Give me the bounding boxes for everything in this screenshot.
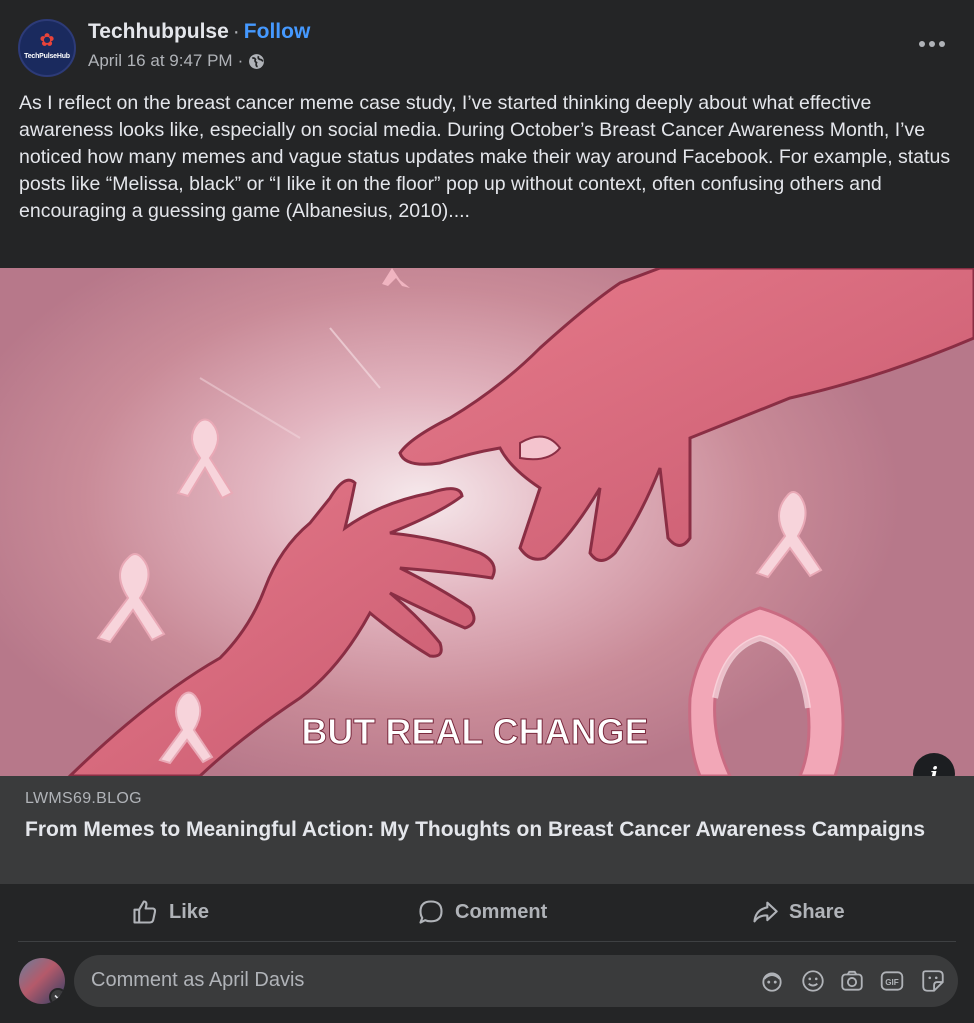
post-header: ✿ TechPulseHub Techhubpulse · Follow April… bbox=[0, 0, 974, 90]
action-divider bbox=[18, 941, 956, 942]
post-card: ✿ TechPulseHub Techhubpulse · Follow April… bbox=[0, 0, 974, 1023]
ribbon-right bbox=[755, 491, 823, 579]
upper-hand bbox=[398, 268, 974, 562]
follow-button[interactable]: Follow bbox=[244, 20, 311, 43]
page-avatar[interactable]: ✿ TechPulseHub bbox=[18, 19, 76, 77]
name-line: Techhubpulse · Follow bbox=[88, 20, 310, 44]
avatar-logo-text: TechPulseHub bbox=[24, 53, 70, 60]
post-text: As I reflect on the breast cancer meme c… bbox=[19, 92, 951, 222]
share-icon bbox=[753, 901, 778, 923]
comment-label: Comment bbox=[455, 900, 548, 923]
camera-icon[interactable] bbox=[839, 968, 865, 994]
commenter-avatar[interactable] bbox=[19, 958, 65, 1004]
sticker-icon[interactable] bbox=[920, 968, 946, 994]
comment-button[interactable]: Comment bbox=[417, 884, 547, 940]
like-icon bbox=[133, 900, 157, 924]
emoji-icon[interactable] bbox=[800, 968, 826, 994]
share-label: Share bbox=[789, 900, 845, 923]
logo-mark-icon: ✿ bbox=[39, 30, 55, 50]
ribbon-large bbox=[688, 606, 845, 776]
hands-illustration: BUT REAL CHANGE bbox=[67, 268, 974, 776]
gif-icon[interactable]: GIF bbox=[879, 968, 905, 994]
ribbon-left-top bbox=[176, 418, 234, 500]
avatar-sticker-icon[interactable] bbox=[759, 968, 785, 994]
post-timestamp[interactable]: April 16 at 9:47 PM bbox=[88, 51, 233, 71]
name-separator: · bbox=[232, 20, 240, 43]
page-name[interactable]: Techhubpulse bbox=[88, 20, 229, 43]
ribbon-top bbox=[382, 268, 410, 288]
like-button[interactable]: Like bbox=[131, 884, 209, 940]
link-title[interactable]: From Memes to Meaningful Action: My Thou… bbox=[25, 816, 955, 843]
comment-placeholder: Comment as April Davis bbox=[91, 969, 305, 991]
share-button[interactable]: Share bbox=[751, 884, 845, 940]
meta-separator: · bbox=[237, 51, 244, 70]
action-bar: Like Comment Share bbox=[0, 884, 974, 942]
chevron-down-icon[interactable] bbox=[49, 988, 65, 1004]
post-meta: April 16 at 9:47 PM · bbox=[88, 51, 265, 71]
svg-text:GIF: GIF bbox=[885, 978, 899, 987]
globe-icon[interactable] bbox=[248, 53, 265, 70]
comment-input[interactable]: Comment as April Davis GIF bbox=[74, 955, 958, 1007]
link-domain: LWMS69.BLOG bbox=[25, 790, 142, 807]
comment-icon bbox=[419, 900, 443, 924]
more-options-icon[interactable] bbox=[914, 32, 950, 56]
ribbon-left-bottom bbox=[96, 553, 166, 644]
overlay-caption: BUT REAL CHANGE bbox=[301, 711, 648, 752]
like-label: Like bbox=[169, 900, 210, 923]
link-preview[interactable]: LWMS69.BLOG From Memes to Meaningful Act… bbox=[0, 776, 974, 884]
post-image[interactable]: BUT REAL CHANGE bbox=[0, 268, 974, 776]
